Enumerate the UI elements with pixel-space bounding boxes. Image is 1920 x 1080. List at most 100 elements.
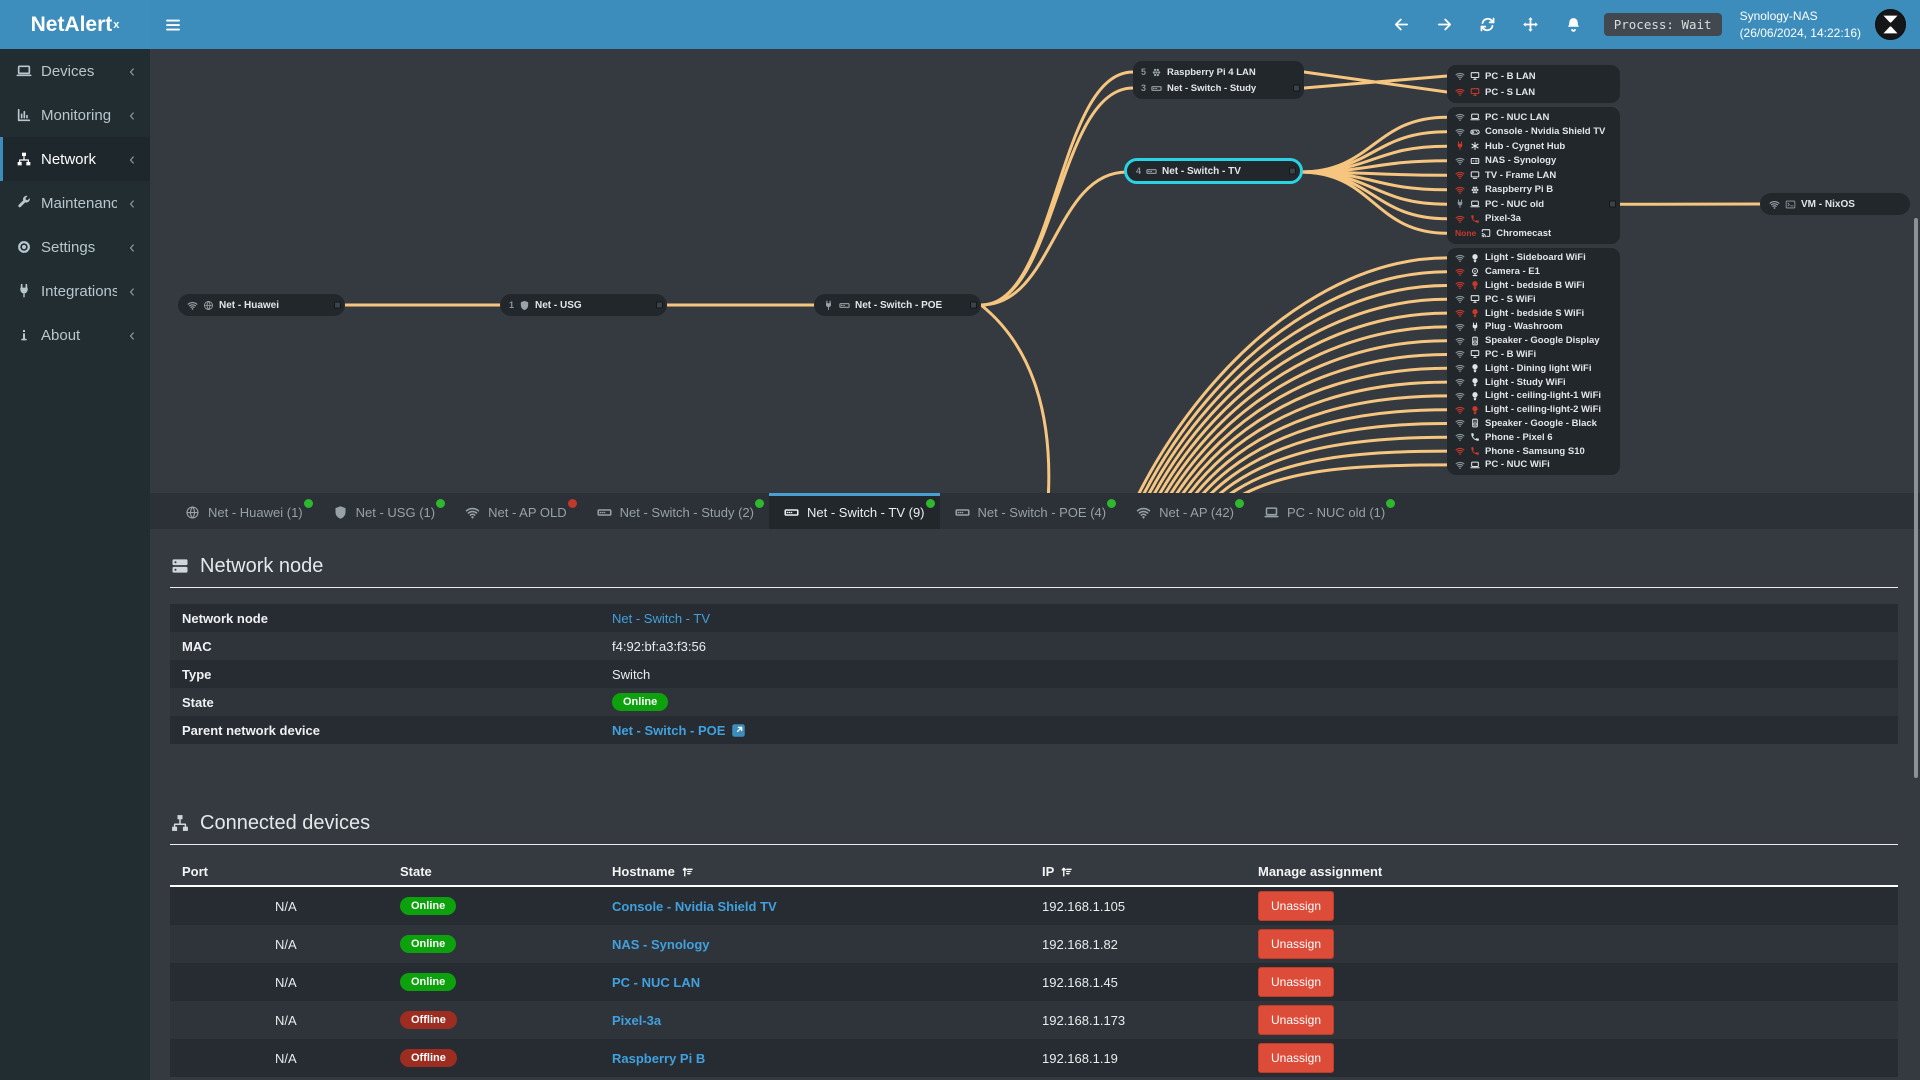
avatar-logo-icon: [1876, 10, 1905, 39]
topbar-arrow-left-button[interactable]: [1393, 16, 1410, 34]
chevron-left-icon: [129, 331, 134, 340]
hostname-link[interactable]: NAS - Synology: [612, 937, 710, 952]
topology-device-row[interactable]: 5 Raspberry Pi 4 LAN: [1133, 64, 1304, 80]
tab-net-ap-old[interactable]: Net - AP OLD: [450, 493, 582, 529]
topology-device-row[interactable]: None Chromecast: [1447, 226, 1620, 241]
state-badge-offline: Offline: [400, 1049, 457, 1067]
cell-port: N/A: [275, 1050, 297, 1066]
wifi-icon: [1455, 72, 1465, 80]
wifi-icon: [1455, 172, 1465, 180]
column-header-ip[interactable]: IP: [1030, 864, 1246, 879]
unassign-button[interactable]: Unassign: [1258, 929, 1335, 959]
topology-device-row[interactable]: Speaker - Google Display: [1447, 334, 1620, 348]
child-count-badge: 4: [1136, 166, 1142, 176]
hub-icon: [1471, 142, 1479, 151]
sidebar-toggle-button[interactable]: [150, 0, 196, 49]
phone-icon: [1471, 447, 1479, 455]
topology-device-row[interactable]: Phone - Samsung S10: [1447, 444, 1620, 458]
topbar-bell-button[interactable]: [1565, 16, 1582, 34]
tab-net-ap-42-[interactable]: Net - AP (42): [1121, 493, 1249, 529]
unassign-button[interactable]: Unassign: [1258, 891, 1335, 921]
topology-device-row[interactable]: Light - Sideboard WiFi: [1447, 251, 1620, 265]
detail-value: Switch: [612, 666, 651, 682]
detail-row-parent-network-device: Parent network device Net - Switch - POE: [170, 716, 1898, 744]
tab-net-switch-tv-9-[interactable]: Net - Switch - TV (9): [769, 493, 940, 529]
topology-device-row[interactable]: Plug - Washroom: [1447, 320, 1620, 334]
topology-device-row[interactable]: PC - NUC old: [1447, 197, 1620, 212]
sidebar-item-about[interactable]: About: [0, 313, 150, 357]
topology-device-row[interactable]: Light - Dining light WiFi: [1447, 361, 1620, 375]
topology-device-row[interactable]: Speaker - Google - Black: [1447, 417, 1620, 431]
topology-device-row[interactable]: 3 Net - Switch - Study: [1133, 80, 1304, 96]
tab-net-huawei-1-[interactable]: Net - Huawei (1): [170, 493, 318, 529]
hostname-link[interactable]: Console - Nvidia Shield TV: [612, 899, 777, 914]
chevron-left-icon: [129, 287, 134, 296]
tab-net-switch-study-2-[interactable]: Net - Switch - Study (2): [582, 493, 769, 529]
wifi-icon: [1455, 447, 1465, 455]
topology-device-row[interactable]: PC - B LAN: [1447, 68, 1620, 84]
node-link[interactable]: Net - Switch - TV: [612, 611, 710, 626]
cell-action: Unassign: [1246, 929, 1898, 959]
tab-net-switch-poe-4-[interactable]: Net - Switch - POE (4): [940, 493, 1122, 529]
topology-device-row[interactable]: Light - bedside S WiFi: [1447, 306, 1620, 320]
topology-device-row[interactable]: PC - S WiFi: [1447, 292, 1620, 306]
topology-node-vm[interactable]: VM - NixOS: [1760, 193, 1910, 215]
topology-device-row[interactable]: Pixel-3a: [1447, 212, 1620, 227]
unassign-button[interactable]: Unassign: [1258, 1005, 1335, 1035]
state-badge: Online: [612, 693, 669, 711]
topology-device-row[interactable]: Light - ceiling-light-2 WiFi: [1447, 403, 1620, 417]
topology-device-row[interactable]: Raspberry Pi B: [1447, 183, 1620, 198]
topology-device-row[interactable]: PC - NUC LAN: [1447, 110, 1620, 125]
hostname-link[interactable]: Raspberry Pi B: [612, 1051, 705, 1066]
topology-device-row[interactable]: Light - bedside B WiFi: [1447, 279, 1620, 293]
topology-node-usg[interactable]: 1 Net - USG: [500, 294, 667, 316]
device-label: Light - Sideboard WiFi: [1485, 252, 1586, 264]
topology-device-row[interactable]: Light - Study WiFi: [1447, 375, 1620, 389]
topology-node-tv-selected[interactable]: 4 Net - Switch - TV: [1124, 158, 1303, 184]
sidebar-item-integrations[interactable]: Integrations: [0, 269, 150, 313]
sidebar-item-monitoring[interactable]: Monitoring: [0, 93, 150, 137]
device-label: Light - ceiling-light-2 WiFi: [1485, 404, 1602, 416]
avatar[interactable]: [1875, 9, 1906, 40]
topology-device-row[interactable]: TV - Frame LAN: [1447, 168, 1620, 183]
hostname-link[interactable]: Pixel-3a: [612, 1013, 661, 1028]
tab-pc-nuc-old-1-[interactable]: PC - NUC old (1): [1249, 493, 1400, 529]
topology-device-row[interactable]: PC - B WiFi: [1447, 348, 1620, 362]
switch-icon: [784, 509, 799, 516]
network-node-title-text: Network node: [200, 554, 324, 577]
wifi-icon: [1455, 186, 1465, 194]
hostname-link[interactable]: PC - NUC LAN: [612, 975, 700, 990]
topbar-refresh-button[interactable]: [1479, 16, 1496, 34]
vertical-scrollbar[interactable]: [1914, 218, 1918, 778]
wifi-icon: [1455, 323, 1465, 331]
column-header-hostname[interactable]: Hostname: [600, 864, 1030, 879]
parent-node-link[interactable]: Net - Switch - POE: [612, 723, 725, 738]
sidebar-item-network[interactable]: Network: [0, 137, 150, 181]
link-connector: [1293, 84, 1300, 92]
topology-device-row[interactable]: Camera - E1: [1447, 265, 1620, 279]
connected-devices-header-row: Port State Hostname IP Manage assignment: [170, 857, 1898, 887]
topology-device-row[interactable]: Console - Nvidia Shield TV: [1447, 125, 1620, 140]
topology-node-poe[interactable]: Net - Switch - POE: [814, 294, 981, 316]
wifi-icon: [1455, 215, 1465, 223]
sidebar-item-devices[interactable]: Devices: [0, 49, 150, 93]
wifi-icon: [1455, 268, 1465, 276]
tab-net-usg-1-[interactable]: Net - USG (1): [318, 493, 450, 529]
topology-node-huawei[interactable]: Net - Huawei: [178, 294, 345, 316]
topology-device-row[interactable]: NAS - Synology: [1447, 154, 1620, 169]
topology-device-row[interactable]: Hub - Cygnet Hub: [1447, 139, 1620, 154]
topology-device-row[interactable]: PC - S LAN: [1447, 84, 1620, 100]
app-logo[interactable]: NetAlert x: [0, 0, 150, 49]
laptop-icon: [1470, 200, 1480, 208]
wifi-icon: [1455, 434, 1465, 442]
unassign-button[interactable]: Unassign: [1258, 967, 1335, 997]
unassign-button[interactable]: Unassign: [1258, 1043, 1335, 1073]
topbar-move-button[interactable]: [1522, 16, 1539, 34]
topology-device-row[interactable]: Light - ceiling-light-1 WiFi: [1447, 389, 1620, 403]
topbar-arrow-right-button[interactable]: [1436, 16, 1453, 34]
topology-device-row[interactable]: Phone - Pixel 6: [1447, 430, 1620, 444]
sidebar-item-settings[interactable]: Settings: [0, 225, 150, 269]
sidebar-item-maintenance[interactable]: Maintenance: [0, 181, 150, 225]
topology-device-row[interactable]: PC - NUC WiFi: [1447, 458, 1620, 472]
link-connector: [970, 301, 977, 309]
